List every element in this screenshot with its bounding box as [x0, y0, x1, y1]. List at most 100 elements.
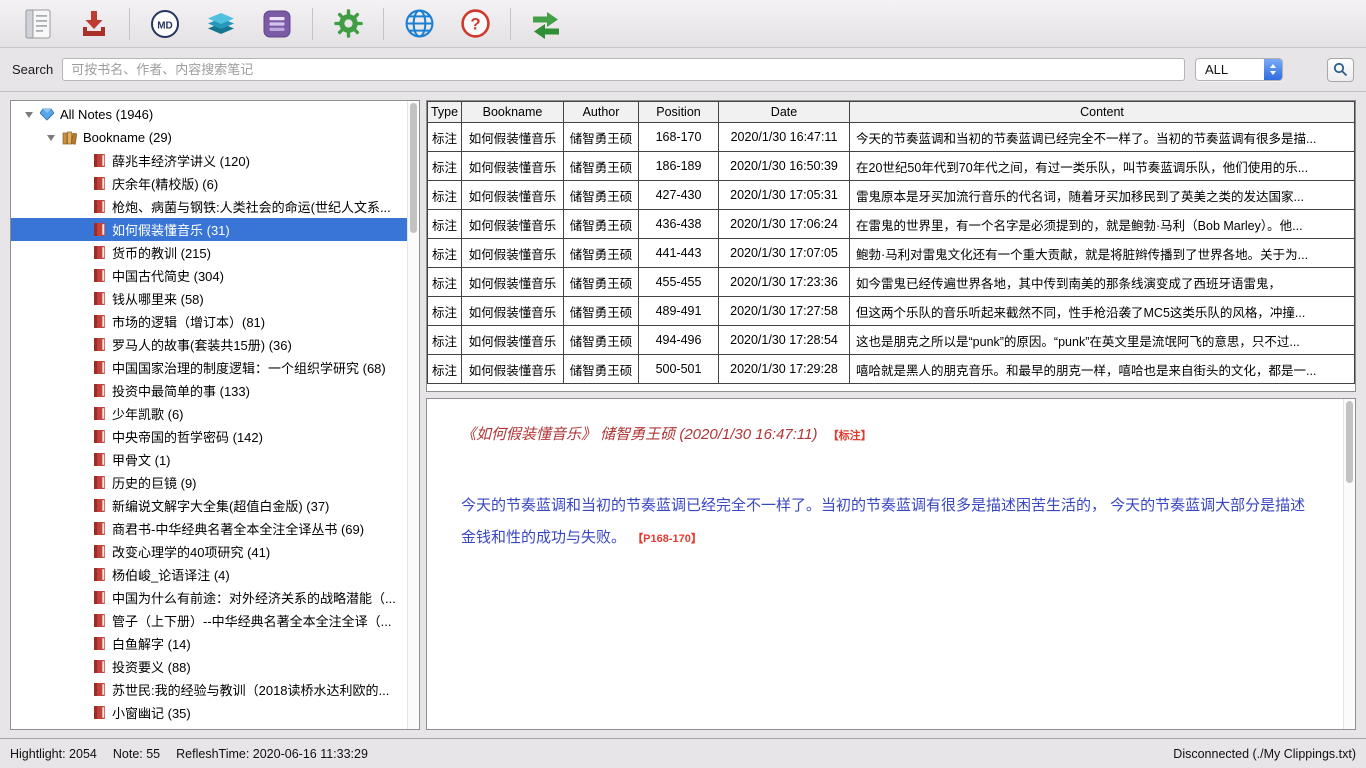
help-icon[interactable]: ? [453, 4, 497, 44]
book-label: 新编说文解字大全集(超值白金版) (37) [112, 496, 329, 515]
book-icon [93, 636, 106, 651]
tree-item-book[interactable]: 小窗幽记 (35) [11, 701, 419, 724]
tree-item-book[interactable]: 市场的逻辑（增订本）(81) [11, 310, 419, 333]
tree-item-book[interactable]: 白鱼解字 (14) [11, 632, 419, 655]
globe-icon[interactable] [397, 4, 441, 44]
column-header-bookname[interactable]: Bookname [462, 102, 564, 123]
tree-item-book[interactable]: 商君书-中华经典名著全本全注全译丛书 (69) [11, 517, 419, 540]
tree-item-book[interactable]: 如何假装懂音乐 (31) [11, 218, 419, 241]
tree-item-book[interactable]: 罗马人的故事(套装共15册) (36) [11, 333, 419, 356]
cell-type: 标注 [428, 123, 462, 152]
book-icon [93, 153, 106, 168]
cell-date: 2020/1/30 17:27:58 [719, 297, 850, 326]
note-table-row[interactable]: 标注 如何假装懂音乐 储智勇王硕 494-496 2020/1/30 17:28… [428, 326, 1355, 355]
column-header-author[interactable]: Author [564, 102, 639, 123]
cell-content: 但这两个乐队的音乐听起来截然不同，性手枪沿袭了MC5这类乐队的风格，冲撞... [850, 297, 1355, 326]
tree-item-book[interactable]: 枪炮、病菌与钢铁:人类社会的命运(世纪人文系... [11, 195, 419, 218]
book-label: 枪炮、病菌与钢铁:人类社会的命运(世纪人文系... [112, 197, 391, 216]
detail-title: 《如何假装懂音乐》 储智勇王硕 (2020/1/30 16:47:11) 【标注… [461, 423, 1319, 444]
tree-item-book[interactable]: 投资要义 (88) [11, 655, 419, 678]
tree-item-book[interactable]: 管子（上下册）--中华经典名著全本全注全译（... [11, 609, 419, 632]
scrollbar-thumb[interactable] [1346, 401, 1353, 483]
note-table-row[interactable]: 标注 如何假装懂音乐 储智勇王硕 455-455 2020/1/30 17:23… [428, 268, 1355, 297]
sidebar: All Notes (1946) Bookname (29) [10, 100, 420, 730]
book-label: 改变心理学的40项研究 (41) [112, 542, 270, 561]
expander-icon[interactable] [25, 112, 33, 118]
markdown-icon[interactable]: MD [143, 4, 187, 44]
cell-type: 标注 [428, 268, 462, 297]
search-button[interactable] [1327, 58, 1354, 82]
cell-content: 嘻哈就是黑人的朋克音乐。和最早的朋克一样，嘻哈也是来自街头的文化，都是一... [850, 355, 1355, 384]
connection-status: Disconnected (./My Clippings.txt) [1173, 747, 1356, 761]
book-label: 少年凯歌 (6) [112, 404, 184, 423]
column-header-position[interactable]: Position [639, 102, 719, 123]
sidebar-scrollbar[interactable] [407, 101, 419, 729]
column-header-type[interactable]: Type [428, 102, 462, 123]
note-table-row[interactable]: 标注 如何假装懂音乐 储智勇王硕 441-443 2020/1/30 17:07… [428, 239, 1355, 268]
settings-icon[interactable] [326, 4, 370, 44]
cell-author: 储智勇王硕 [564, 326, 639, 355]
book-icon [93, 222, 106, 237]
database-icon[interactable] [255, 4, 299, 44]
refresh-time: RefleshTime: 2020-06-16 11:33:29 [176, 747, 368, 761]
note-table-row[interactable]: 标注 如何假装懂音乐 储智勇王硕 168-170 2020/1/30 16:47… [428, 123, 1355, 152]
right-column: Type Bookname Author Position Date Conte… [426, 100, 1356, 730]
tree-item-bookname[interactable]: Bookname (29) [11, 126, 419, 149]
book-icon [93, 245, 106, 260]
tree-item-book[interactable]: 钱从哪里来 (58) [11, 287, 419, 310]
tree-item-book[interactable]: 中国为什么有前途：对外经济关系的战略潜能（... [11, 586, 419, 609]
tree-item-all-notes[interactable]: All Notes (1946) [11, 103, 419, 126]
cell-bookname: 如何假装懂音乐 [462, 152, 564, 181]
cell-content: 今天的节奏蓝调和当初的节奏蓝调已经完全不一样了。当初的节奏蓝调有很多是描... [850, 123, 1355, 152]
filter-dropdown[interactable]: ALL [1195, 58, 1283, 81]
book-icon [93, 199, 106, 214]
cell-date: 2020/1/30 17:07:05 [719, 239, 850, 268]
cell-position: 500-501 [639, 355, 719, 384]
layers-icon[interactable] [199, 4, 243, 44]
tree-item-book[interactable]: 中国古代简史 (304) [11, 264, 419, 287]
search-input[interactable] [62, 58, 1185, 81]
cell-position: 489-491 [639, 297, 719, 326]
sync-icon[interactable] [524, 4, 568, 44]
book-icon [93, 452, 106, 467]
tree-item-book[interactable]: 中央帝国的哲学密码 (142) [11, 425, 419, 448]
tree-item-book[interactable]: 改变心理学的40项研究 (41) [11, 540, 419, 563]
scrollbar-thumb[interactable] [410, 103, 417, 233]
note-table-row[interactable]: 标注 如何假装懂音乐 储智勇王硕 489-491 2020/1/30 17:27… [428, 297, 1355, 326]
tree-item-book[interactable]: 薛兆丰经济学讲义 (120) [11, 149, 419, 172]
tree-item-book[interactable]: 庆余年(精校版) (6) [11, 172, 419, 195]
tree-item-book[interactable]: 中国国家治理的制度逻辑：一个组织学研究 (68) [11, 356, 419, 379]
cell-type: 标注 [428, 355, 462, 384]
note-table-row[interactable]: 标注 如何假装懂音乐 储智勇王硕 436-438 2020/1/30 17:06… [428, 210, 1355, 239]
cell-author: 储智勇王硕 [564, 268, 639, 297]
note-table-row[interactable]: 标注 如何假装懂音乐 储智勇王硕 500-501 2020/1/30 17:29… [428, 355, 1355, 384]
svg-text:?: ? [470, 14, 480, 33]
tree-item-book[interactable]: 投资中最简单的事 (133) [11, 379, 419, 402]
cell-bookname: 如何假装懂音乐 [462, 123, 564, 152]
import-icon[interactable] [72, 4, 116, 44]
column-header-date[interactable]: Date [719, 102, 850, 123]
book-icon [93, 521, 106, 536]
tree-item-book[interactable]: 少年凯歌 (6) [11, 402, 419, 425]
notes-icon[interactable] [16, 4, 60, 44]
tree-item-book[interactable]: 甲骨文 (1) [11, 448, 419, 471]
note-table-row[interactable]: 标注 如何假装懂音乐 储智勇王硕 427-430 2020/1/30 17:05… [428, 181, 1355, 210]
expander-icon[interactable] [47, 135, 55, 141]
tree-item-book[interactable]: 历史的巨镜 (9) [11, 471, 419, 494]
cell-bookname: 如何假装懂音乐 [462, 326, 564, 355]
tree-item-book[interactable]: 货币的教训 (215) [11, 241, 419, 264]
note-table-row[interactable]: 标注 如何假装懂音乐 储智勇王硕 186-189 2020/1/30 16:50… [428, 152, 1355, 181]
cell-position: 455-455 [639, 268, 719, 297]
tree-item-book[interactable]: 从零开始学写作: 个人增值的有效方法 (6) [11, 724, 419, 730]
main-area: All Notes (1946) Bookname (29) [0, 92, 1366, 738]
book-label: 中国古代简史 (304) [112, 266, 224, 285]
bookshelf-icon [62, 131, 77, 145]
cell-content: 在雷鬼的世界里，有一个名字是必须提到的，就是鲍勃·马利（Bob Marley）。… [850, 210, 1355, 239]
detail-scrollbar[interactable] [1343, 399, 1355, 729]
app-window: MD [0, 0, 1366, 768]
tree-item-book[interactable]: 苏世民:我的经验与教训（2018读桥水达利欧的... [11, 678, 419, 701]
tree-item-book[interactable]: 新编说文解字大全集(超值白金版) (37) [11, 494, 419, 517]
tree-item-book[interactable]: 杨伯峻_论语译注 (4) [11, 563, 419, 586]
column-header-content[interactable]: Content [850, 102, 1355, 123]
cell-date: 2020/1/30 16:50:39 [719, 152, 850, 181]
